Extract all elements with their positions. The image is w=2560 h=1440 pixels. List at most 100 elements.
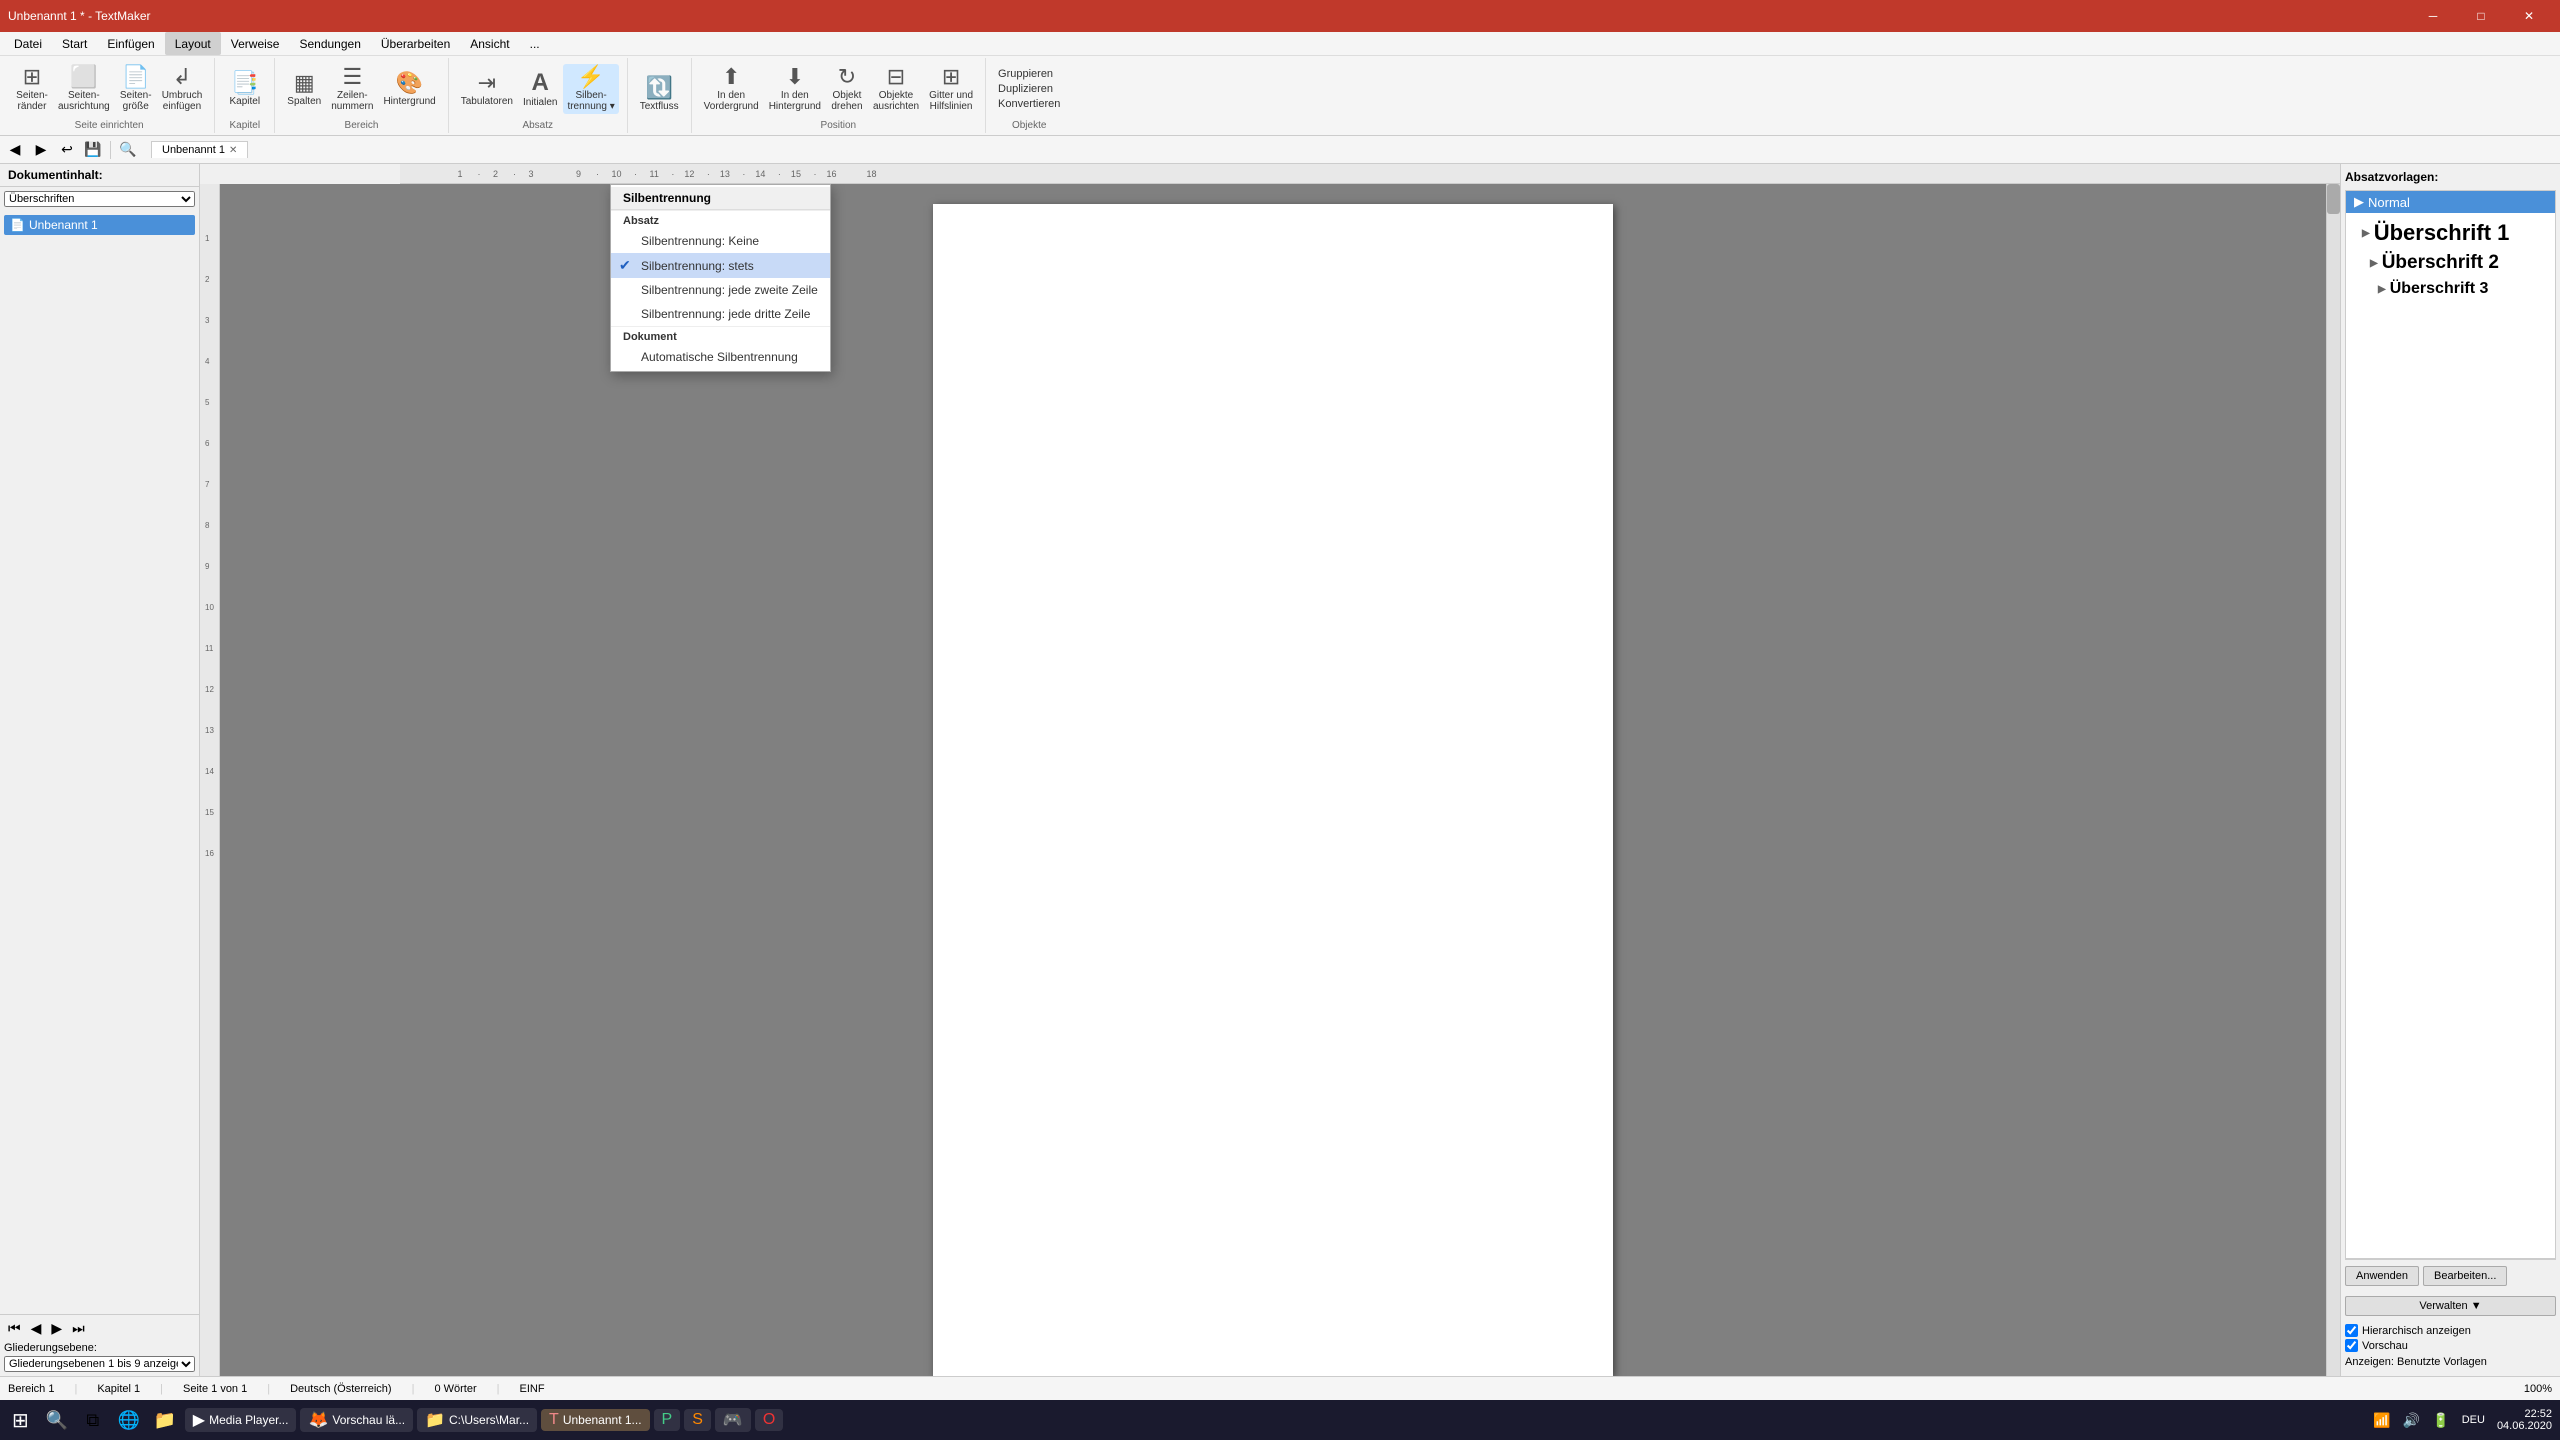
menu-extra[interactable]: ... [520,32,550,55]
rp-spacer [2345,1316,2556,1324]
ribbon-btn-gitter[interactable]: ⊞ Gitter undHilfslinien [925,64,977,114]
automatisch-check-icon [619,349,635,365]
ribbon-group-objekte: Gruppieren Duplizieren Konvertieren Obje… [986,58,1072,133]
hierarchisch-checkbox-row: Hierarchisch anzeigen [2345,1324,2556,1337]
bearbeiten-button[interactable]: Bearbeiten... [2423,1266,2507,1286]
doc-tab[interactable]: Unbenannt 1 ✕ [151,141,248,158]
tb2-btn-back[interactable]: ◀ [4,139,26,161]
menu-ansicht[interactable]: Ansicht [460,32,519,55]
style-h1-arrow: ▶ [2362,228,2370,239]
minimize-button[interactable]: ─ [2410,0,2456,32]
menu-datei[interactable]: Datei [4,32,52,55]
taskbar-steam[interactable]: 🎮 [715,1408,751,1432]
dropdown-header: Silbentrennung [611,187,830,210]
battery-icon[interactable]: 🔋 [2428,1408,2453,1433]
dropdown-item-stets[interactable]: ✔ Silbentrennung: stets [611,253,830,278]
ribbon-btn-spalten[interactable]: ▦ Spalten [283,70,325,109]
initialen-label: Initialen [523,97,557,108]
taskbar-opera[interactable]: O [755,1409,783,1431]
taskview-icon[interactable]: ⧉ [77,1404,109,1436]
menu-sendungen[interactable]: Sendungen [289,32,370,55]
ribbon-btn-hintergrund[interactable]: 🎨 Hintergrund [379,70,439,109]
ribbon-btn-textfluss[interactable]: 🔃 Textfluss [636,75,683,114]
left-panel-select[interactable]: Überschriften [4,191,195,207]
explorer-icon[interactable]: 📁 [149,1404,181,1436]
lp-nav-first[interactable]: ⏮ [4,1319,25,1338]
volume-icon[interactable]: 🔊 [2399,1408,2424,1433]
menu-einfuegen[interactable]: Einfügen [97,32,164,55]
status-kapitel: Kapitel 1 [97,1383,140,1395]
style-h1[interactable]: ▶ Überschrift 1 [2346,217,2555,249]
style-h2-label: Überschrift 2 [2382,252,2499,274]
gruppieren-label: Gruppieren [998,68,1053,80]
ribbon-btn-seitenraender[interactable]: ⊞ Seiten-ränder [12,64,52,114]
ribbon-btn-tabulatoren[interactable]: ⇥ Tabulatoren [457,70,517,109]
style-normal[interactable]: ▶ Normal [2346,191,2555,213]
vorschau-checkbox[interactable] [2345,1339,2358,1352]
ribbon-btn-ausrichten[interactable]: ⊟ Objekteausrichten [869,64,923,114]
ribbon-btn-konvertieren[interactable]: Konvertieren [994,97,1064,111]
menu-ueberarbeiten[interactable]: Überarbeiten [371,32,460,55]
tb2-btn-save[interactable]: 💾 [82,139,104,161]
h-ruler: 1 · 2 · 3 9 · 10 · 11 · 12 · 13 · 14 · 1… [400,164,2340,184]
main-container: Dokumentinhalt: Überschriften 📄 Unbenann… [0,164,2560,1376]
ribbon-btn-seitengroesse[interactable]: 📄 Seiten-größe [116,64,156,114]
dropdown-item-automatisch[interactable]: Automatische Silbentrennung [611,345,830,369]
close-button[interactable]: ✕ [2506,0,2552,32]
content-wrapper: 1 · 2 · 3 9 · 10 · 11 · 12 · 13 · 14 · 1… [200,164,2340,1376]
edge-icon[interactable]: 🌐 [113,1404,145,1436]
taskbar-mediaplayer[interactable]: ▶ Media Player... [185,1408,297,1432]
taskbar-explorer2[interactable]: 📁 C:\Users\Mar... [417,1408,537,1432]
taskbar-vorschau[interactable]: 🦊 Vorschau lä... [300,1408,413,1432]
hierarchisch-checkbox[interactable] [2345,1324,2358,1337]
anwenden-button[interactable]: Anwenden [2345,1266,2419,1286]
tb2-btn-zoom-out[interactable]: 🔍 [117,139,139,161]
dropdown-item-keine[interactable]: Silbentrennung: Keine [611,229,830,253]
hierarchisch-label: Hierarchisch anzeigen [2362,1325,2471,1337]
dropdown-item-automatisch-label: Automatische Silbentrennung [641,350,798,364]
ribbon-btn-drehen[interactable]: ↻ Objektdrehen [827,64,867,114]
ribbon-btn-hintergrund2[interactable]: ⬇ In denHintergrund [765,64,825,114]
restore-button[interactable]: □ [2458,0,2504,32]
clock[interactable]: 22:52 04.06.2020 [2493,1408,2556,1432]
ribbon: ⊞ Seiten-ränder ⬜ Seiten-ausrichtung 📄 S… [0,56,2560,136]
lp-nav-prev[interactable]: ◀ [27,1319,46,1338]
taskbar-projectmaker[interactable]: P [654,1409,681,1431]
style-list: ▶ Normal ▶ Überschrift 1 ▶ Überschrift 2… [2345,190,2556,1259]
taskbar-softmaker[interactable]: S [684,1409,711,1431]
dropdown-item-dritte[interactable]: Silbentrennung: jede dritte Zeile [611,302,830,326]
ribbon-btn-gruppieren[interactable]: Gruppieren [994,67,1064,81]
network-icon[interactable]: 📶 [2369,1408,2394,1433]
ribbon-btn-duplizieren[interactable]: Duplizieren [994,82,1064,96]
outline-item-doc[interactable]: 📄 Unbenannt 1 [4,215,195,235]
lp-nav-last[interactable]: ⏭ [68,1319,89,1338]
ribbon-btn-initialen[interactable]: A Initialen [519,69,561,110]
ribbon-btn-seitenausrichtung[interactable]: ⬜ Seiten-ausrichtung [54,64,114,114]
style-h3[interactable]: ▶ Überschrift 3 [2346,277,2555,301]
language-icon[interactable]: DEU [2458,1410,2489,1430]
right-scrollbar[interactable] [2326,184,2340,1376]
doc-tab-close[interactable]: ✕ [229,145,237,156]
taskbar-textmaker[interactable]: T Unbenannt 1... [541,1409,650,1431]
ribbon-btn-vordergrund[interactable]: ⬆ In denVordergrund [700,64,763,114]
style-h2[interactable]: ▶ Überschrift 2 [2346,249,2555,277]
scrollbar-thumb[interactable] [2327,184,2340,214]
ribbon-btn-silbentrennung[interactable]: ⚡ Silben-trennung ▾ [563,64,618,114]
menu-verweise[interactable]: Verweise [221,32,290,55]
doc-tab-label: Unbenannt 1 [162,144,225,156]
lp-nav-next[interactable]: ▶ [47,1319,66,1338]
tb2-btn-forward[interactable]: ▶ [30,139,52,161]
menu-layout[interactable]: Layout [165,32,221,55]
ribbon-btn-zeilennummern[interactable]: ☰ Zeilen-nummern [327,64,377,114]
verwalten-button[interactable]: Verwalten ▼ [2345,1296,2556,1316]
start-button[interactable]: ⊞ [4,1404,37,1437]
left-panel-footer: ⏮ ◀ ▶ ⏭ Gliederungsebene: Gliederungsebe… [0,1314,199,1376]
ribbon-btn-umbruch[interactable]: ↲ Umbrucheinfügen [158,64,207,114]
ribbon-btn-kapitel[interactable]: 📑 Kapitel [225,70,265,109]
gliederungsebene-select[interactable]: Gliederungsebenen 1 bis 9 anzeigen [4,1356,195,1372]
menu-start[interactable]: Start [52,32,97,55]
page-view: Silbentrennung Absatz Silbentrennung: Ke… [220,184,2326,1376]
search-icon-taskbar[interactable]: 🔍 [41,1404,73,1436]
tb2-btn-undo[interactable]: ↩ [56,139,78,161]
dropdown-item-zweite[interactable]: Silbentrennung: jede zweite Zeile [611,278,830,302]
